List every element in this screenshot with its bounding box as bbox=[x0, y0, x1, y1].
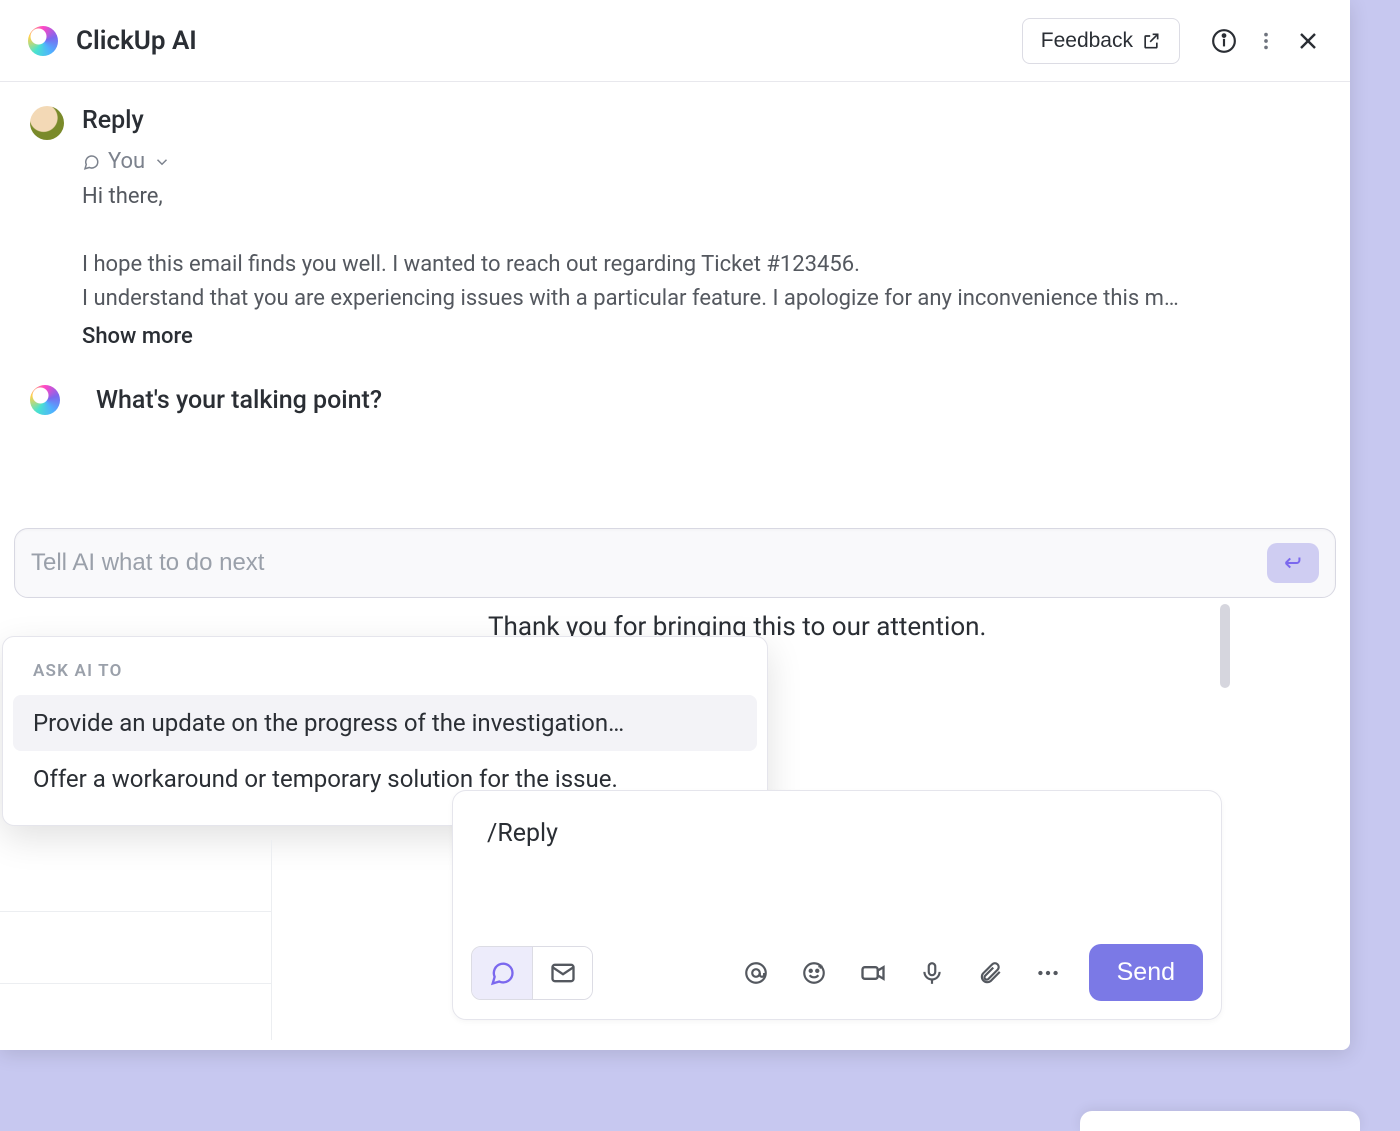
chevron-down-icon bbox=[153, 153, 171, 171]
ai-prompt-question: What's your talking point? bbox=[96, 386, 382, 415]
ai-command-input[interactable] bbox=[31, 549, 1255, 577]
clickup-ai-logo-icon bbox=[28, 26, 58, 56]
chat-bubble-icon bbox=[488, 959, 516, 987]
feedback-label: Feedback bbox=[1041, 29, 1133, 53]
show-more-button[interactable]: Show more bbox=[82, 324, 1320, 349]
emoji-icon[interactable] bbox=[801, 960, 827, 986]
panel-content: Reply You Hi there, I hope this email fi… bbox=[0, 82, 1350, 415]
ai-panel: ClickUp AI Feedback Reply bbox=[0, 0, 1350, 1050]
background-list bbox=[0, 840, 272, 1040]
close-icon[interactable] bbox=[1294, 27, 1322, 55]
email-channel-button[interactable] bbox=[532, 947, 592, 999]
user-avatar bbox=[30, 106, 64, 140]
message-block: Reply You Hi there, I hope this email fi… bbox=[30, 106, 1320, 349]
channel-segment bbox=[471, 946, 593, 1000]
microphone-icon[interactable] bbox=[919, 960, 945, 986]
chat-bubble-icon bbox=[82, 153, 100, 171]
clickup-ai-logo-icon bbox=[30, 385, 60, 415]
email-body-truncated-line: I understand that you are experiencing i… bbox=[82, 282, 1320, 316]
from-label: You bbox=[108, 149, 145, 174]
mail-icon bbox=[549, 959, 577, 987]
video-icon[interactable] bbox=[859, 959, 887, 987]
external-link-icon bbox=[1141, 31, 1161, 51]
more-vertical-icon[interactable] bbox=[1252, 27, 1280, 55]
email-body-preview: Hi there, I hope this email finds you we… bbox=[82, 180, 1320, 282]
ai-prompt-row: What's your talking point? bbox=[30, 385, 1320, 415]
ai-input-bar bbox=[14, 528, 1336, 598]
from-dropdown[interactable]: You bbox=[82, 149, 171, 174]
attachment-icon[interactable] bbox=[977, 960, 1003, 986]
message-type-label: Reply bbox=[82, 106, 1320, 135]
info-icon[interactable] bbox=[1210, 27, 1238, 55]
panel-title: ClickUp AI bbox=[76, 26, 197, 56]
feedback-button[interactable]: Feedback bbox=[1022, 18, 1180, 64]
mention-icon[interactable] bbox=[743, 960, 769, 986]
reply-composer: /Reply bbox=[452, 790, 1222, 1020]
chat-channel-button[interactable] bbox=[472, 947, 532, 999]
reply-toolbar: Send bbox=[471, 944, 1203, 1001]
send-button[interactable]: Send bbox=[1089, 944, 1203, 1001]
more-horizontal-icon[interactable] bbox=[1035, 960, 1061, 986]
panel-header: ClickUp AI Feedback bbox=[0, 0, 1350, 82]
reply-command-text[interactable]: /Reply bbox=[453, 791, 1221, 848]
submit-button[interactable] bbox=[1267, 543, 1319, 583]
background-card bbox=[1080, 1111, 1360, 1131]
enter-icon bbox=[1282, 552, 1304, 574]
